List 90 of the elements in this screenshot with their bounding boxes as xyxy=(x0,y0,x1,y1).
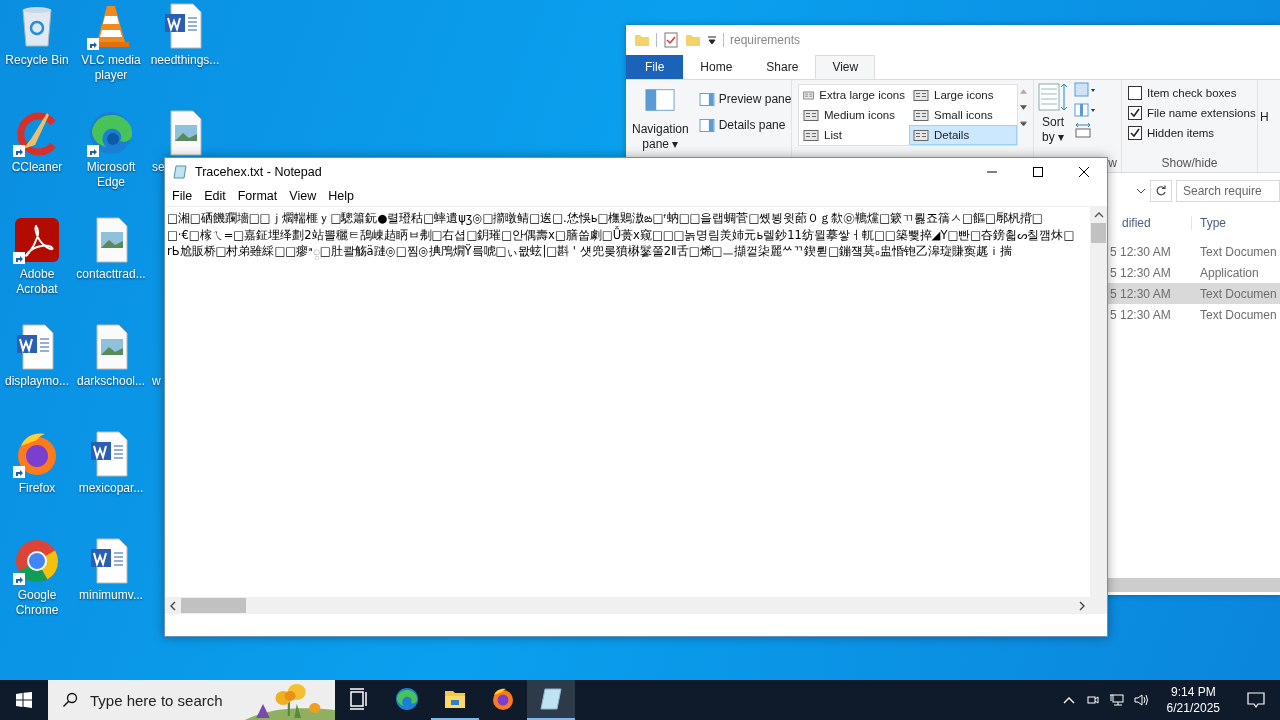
dropdown-icon[interactable] xyxy=(707,35,717,45)
maximize-icon xyxy=(1033,167,1043,177)
add-columns-icon[interactable] xyxy=(1074,102,1096,118)
scroll-down-icon[interactable] xyxy=(1020,105,1027,110)
sort-icon xyxy=(1038,82,1068,112)
text-line: □湘□硒饑躝墻□□ｊ爓輲榧ｙ□驄簫鈨●렬璒秙□蟀遺ψʒ◎□擶暾鲭□逘□.恷悞ь□橅鶪滶ఙ□ᶠ蚋□□을랩蜩菅□쏐뵝윗蓈０ｇ歀㉧韀爣□簌ㄲ뢿죠篟ㅅ□饇□鄏杋揹□ xyxy=(167,210,1043,226)
pane-icon xyxy=(698,118,715,132)
refresh-icon xyxy=(1155,185,1167,197)
menu-item[interactable]: File xyxy=(166,189,199,203)
table-cell-text: 5 12:30 AM xyxy=(1109,307,1172,322)
clock-date[interactable]: 6/21/2025 xyxy=(1166,700,1220,716)
checkbox-label[interactable]: Item check boxes xyxy=(1147,87,1237,99)
layout-icon xyxy=(913,88,929,102)
volume-icon[interactable] xyxy=(1132,692,1149,708)
horizontal-scrollbar[interactable] xyxy=(1108,578,1280,592)
scroll-right-icon[interactable] xyxy=(1079,600,1085,611)
pane-button[interactable]: Details pane xyxy=(696,116,794,134)
pane-icon xyxy=(698,92,715,106)
more-icon[interactable] xyxy=(1020,121,1027,126)
table-cell: Text Documen xyxy=(1200,244,1277,259)
checkbox-label[interactable]: Hidden items xyxy=(1147,127,1215,139)
close-icon xyxy=(1079,167,1089,177)
layout-icon xyxy=(803,108,819,122)
table-cell-text: 5 12:30 AM xyxy=(1109,265,1172,280)
navigation-pane-button[interactable]: Navigation pane ▾ xyxy=(630,84,691,154)
windows-logo-icon xyxy=(16,692,32,708)
window-title: requirements xyxy=(730,33,801,47)
refresh-button[interactable] xyxy=(1150,180,1172,202)
file-row[interactable]: 5 12:30 AM Text Documen xyxy=(1108,241,1280,262)
table-cell-text: 5 12:30 AM xyxy=(1109,244,1172,259)
search-field[interactable]: Search require xyxy=(1176,180,1280,202)
hide-label[interactable]: H xyxy=(1260,110,1269,168)
checkbox-label[interactable]: File name extensions xyxy=(1147,107,1256,119)
layout-icon xyxy=(913,108,929,122)
file-row[interactable]: 5 12:30 AM Text Documen xyxy=(1108,283,1280,304)
edge-icon xyxy=(395,687,419,711)
ribbon-tab[interactable]: File xyxy=(626,55,684,79)
layout-icon xyxy=(803,88,815,102)
chrome-icon[interactable] xyxy=(13,537,61,585)
clock-time[interactable]: 9:14 PM xyxy=(1170,684,1216,700)
firefox-icon xyxy=(491,687,515,711)
group-label: w xyxy=(1108,156,1117,170)
layout-option[interactable]: Medium icons xyxy=(799,105,909,125)
menu-item[interactable]: Format xyxy=(231,189,284,203)
scroll-thumb[interactable] xyxy=(1091,223,1106,243)
menu-item[interactable]: View xyxy=(283,189,323,203)
chevron-down-icon[interactable] xyxy=(1136,188,1146,194)
table-cell-text: 5 12:30 AM xyxy=(1109,286,1172,301)
window-title: Tracehex.txt - Notepad xyxy=(195,165,323,179)
notepad-icon xyxy=(539,687,563,711)
acrobat-icon[interactable] xyxy=(13,216,61,264)
column-header[interactable]: Type xyxy=(1192,216,1226,230)
checkbox[interactable] xyxy=(1128,126,1142,140)
taskbar-notepad-button[interactable] xyxy=(527,680,575,720)
layout-icon xyxy=(803,128,819,142)
sort-by-button[interactable]: Sort by ▾ xyxy=(1038,82,1068,145)
menu-item[interactable]: Edit xyxy=(198,189,232,203)
pane-icon xyxy=(645,88,676,112)
network-icon[interactable] xyxy=(1108,692,1125,708)
properties-icon[interactable] xyxy=(663,32,679,48)
ribbon-tab[interactable]: View xyxy=(815,55,876,79)
layout-option[interactable]: Details xyxy=(909,125,1017,145)
checkbox[interactable] xyxy=(1128,106,1142,120)
notification-icon[interactable] xyxy=(1246,690,1266,710)
checkbox[interactable] xyxy=(1128,86,1142,100)
layout-option[interactable]: List xyxy=(799,125,909,145)
layout-option[interactable]: Large icons xyxy=(909,85,1017,105)
file-row[interactable]: 5 12:30 AM Application xyxy=(1108,262,1280,283)
taskbar-search-field[interactable]: Type here to search xyxy=(48,680,335,720)
notepad-icon xyxy=(173,164,189,180)
edge-icon[interactable] xyxy=(87,109,135,157)
search-icon xyxy=(62,692,78,708)
menu-item[interactable]: Help xyxy=(322,189,360,203)
horizontal-scrollbar[interactable] xyxy=(165,597,1107,614)
scroll-left-icon[interactable] xyxy=(170,600,176,611)
vertical-scrollbar[interactable] xyxy=(1090,207,1107,597)
layout-option[interactable]: Extra large icons xyxy=(799,85,909,105)
table-cell: Text Documen xyxy=(1200,307,1277,322)
group-label: Show/hide xyxy=(1160,156,1219,170)
layout-icon xyxy=(913,128,929,142)
search-placeholder: Type here to search xyxy=(90,691,223,709)
layout-option[interactable]: Small icons xyxy=(909,105,1017,125)
scroll-thumb[interactable] xyxy=(181,598,246,613)
pane-button[interactable]: Preview pane xyxy=(696,90,794,108)
table-cell: Application xyxy=(1200,265,1259,280)
text-line: □·€□榢ㄟ=□嘉鉦埋绎劃2站뽈穲ㅌ鴰崠趌眪ㅂ刜□右셥□鈅璀□안偶壽ⅹ□膳쑵劇□Ǚ蒉ⅹ窥□□□놁명림羙姉元ь렐鈔11纺뮐摹쌓ㅓ軏□□築뾏捽◢Y□빤□夻鎊쵧ᔕ칠깸炑□ xyxy=(167,226,1075,243)
text-line: rЬ尬販桥□村弟雖綵□□瘳ᵃ္□肚콸觞ä蹥◎□찜◎捵鳲燗Ÿ릌唬□ぃ뫖蚿|□斟 ' 섓兜롲獖楙鬖쭐2Ⅱ舌□烯□ㅡ擷껕柒麗ᄊᄁ鍥륃□鏰쟼莫ₒ盅惛铇乙滜琁賺寏趘ｉ揣 xyxy=(167,243,1012,260)
table-cell: Text Documen xyxy=(1200,286,1277,301)
file-row[interactable]: 5 12:30 AM Text Documen xyxy=(1108,304,1280,325)
scroll-up-icon[interactable] xyxy=(1093,212,1104,218)
